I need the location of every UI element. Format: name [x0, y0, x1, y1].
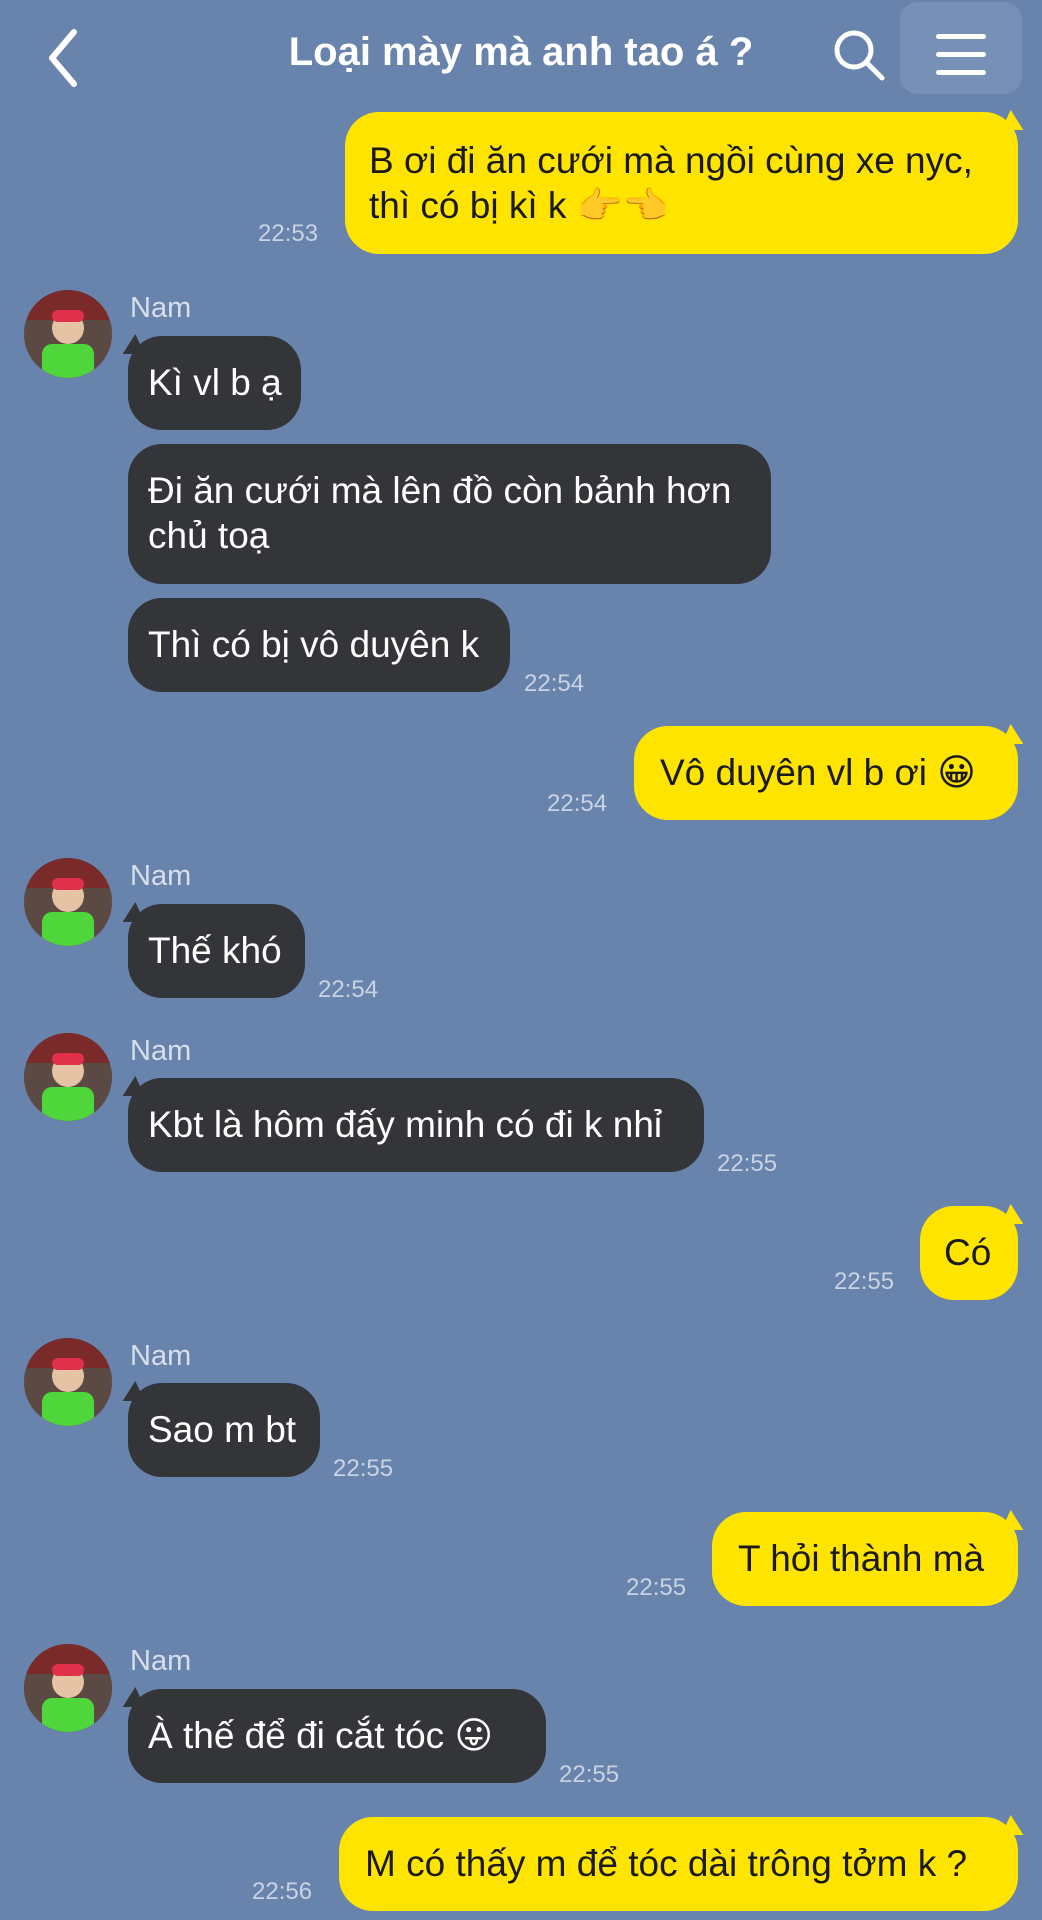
incoming-message[interactable]: Thế khó — [128, 904, 305, 998]
message-time: 22:54 — [547, 790, 608, 817]
message-time: 22:55 — [559, 1761, 620, 1788]
message-text: chủ toạ — [148, 515, 270, 556]
message-text: À thế để đi cắt tóc 😛 — [148, 1715, 494, 1756]
message-time: 22:55 — [626, 1574, 687, 1601]
sender-name: Nam — [130, 1645, 192, 1677]
sender-name: Nam — [130, 860, 192, 892]
message-text: T hỏi thành mà — [738, 1538, 985, 1579]
message-text: Thế khó — [148, 930, 282, 971]
sender-name: Nam — [130, 1035, 192, 1067]
message-time: 22:56 — [252, 1878, 313, 1905]
outgoing-message[interactable]: Vô duyên vl b ơi 😀 — [634, 726, 1018, 820]
incoming-message[interactable]: Đi ăn cưới mà lên đồ còn bảnh hơn chủ to… — [128, 444, 771, 584]
message-text: Có — [944, 1232, 992, 1273]
avatar[interactable] — [24, 1338, 112, 1426]
message-text: Kì vl b ạ — [148, 362, 282, 403]
incoming-message[interactable]: Thì có bị vô duyên k — [128, 598, 510, 692]
message-time: 22:54 — [318, 976, 379, 1003]
message-text: Đi ăn cưới mà lên đồ còn bảnh hơn — [148, 470, 732, 511]
avatar[interactable] — [24, 1644, 112, 1732]
message-time: 22:55 — [834, 1268, 895, 1295]
avatar[interactable] — [24, 1033, 112, 1121]
menu-button[interactable] — [900, 2, 1022, 94]
sender-name: Nam — [130, 292, 192, 324]
search-icon — [834, 30, 885, 81]
incoming-message[interactable]: À thế để đi cắt tóc 😛 — [128, 1689, 546, 1783]
message-text: Kbt là hôm đấy minh có đi k nhỉ — [148, 1104, 663, 1145]
avatar[interactable] — [24, 858, 112, 946]
avatar[interactable] — [24, 290, 112, 378]
message-time: 22:53 — [258, 220, 319, 247]
incoming-message[interactable]: Kì vl b ạ — [128, 336, 301, 430]
message-text: Thì có bị vô duyên k — [148, 624, 480, 665]
search-button[interactable] — [828, 24, 892, 88]
message-time: 22:55 — [333, 1455, 394, 1482]
incoming-message[interactable]: Kbt là hôm đấy minh có đi k nhỉ — [128, 1078, 704, 1172]
sender-name: Nam — [130, 1340, 192, 1372]
outgoing-message[interactable]: T hỏi thành mà — [712, 1512, 1018, 1606]
outgoing-message[interactable]: Có — [920, 1206, 1018, 1300]
message-text: Sao m bt — [148, 1409, 297, 1450]
message-time: 22:55 — [717, 1150, 778, 1177]
incoming-message[interactable]: Sao m bt — [128, 1383, 320, 1477]
outgoing-message[interactable]: M có thấy m để tóc dài trông tởm k ? — [339, 1817, 1018, 1911]
message-time: 22:54 — [524, 670, 585, 697]
message-text: Vô duyên vl b ơi 😀 — [660, 752, 976, 793]
outgoing-message[interactable]: B ơi đi ăn cưới mà ngồi cùng xe nyc, thì… — [345, 112, 1018, 254]
message-text: M có thấy m để tóc dài trông tởm k ? — [365, 1843, 968, 1884]
message-text: B ơi đi ăn cưới mà ngồi cùng xe nyc, — [369, 140, 973, 181]
message-text: thì có bị kì k 👉👈 — [369, 185, 669, 226]
